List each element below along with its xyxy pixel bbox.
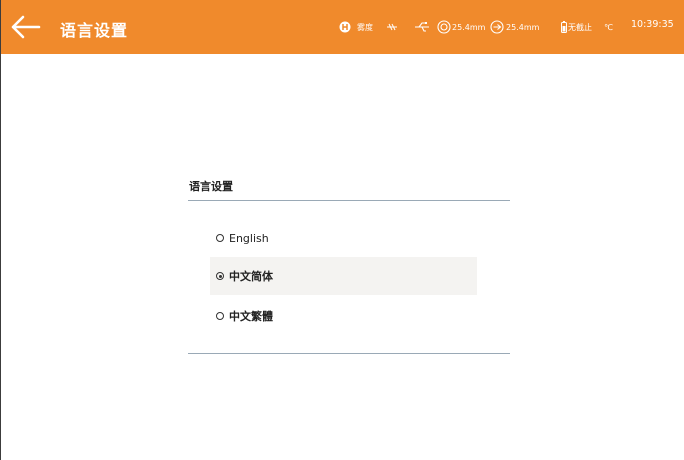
radio-checked-icon[interactable] [216,272,224,280]
language-option-label: 中文繁體 [229,310,273,323]
section-heading: 语言设置 [189,180,233,193]
h-circle-icon [339,21,351,33]
link-icon [387,23,397,31]
radio-unchecked-icon[interactable] [216,234,224,242]
link-status [386,22,398,32]
diameter-status-1: 25.4mm [437,20,485,34]
h-status-label: 雾度 [357,22,373,32]
divider-top [188,200,510,201]
usb-icon [415,22,429,32]
battery-icon [561,21,567,33]
language-option-label: 中文简体 [229,270,273,283]
top-bar: 语言设置 雾度 25.4mm 25.4mm 无截止 ℃ 10:39:35 [1,0,684,54]
h-status: 雾度 [339,21,373,33]
language-option-simplified-chinese[interactable]: 中文简体 [210,257,477,295]
target-icon [437,20,451,34]
diameter-value-1: 25.4mm [452,22,486,32]
usb-status [414,21,430,33]
screen: 语言设置 雾度 25.4mm 25.4mm 无截止 ℃ 10:39:35 语言设… [0,0,684,460]
temperature-label: 无截止 [568,22,592,32]
language-option-english[interactable]: English [210,219,477,257]
radio-unchecked-icon[interactable] [216,312,224,320]
diameter-value-2: 25.4mm [506,22,540,32]
language-option-label: English [229,231,269,245]
temperature-unit: ℃ [604,22,613,32]
arrow-circle-icon [490,20,504,34]
divider-bottom [188,353,510,354]
back-button[interactable] [10,12,42,42]
temperature-status: 无截止 ℃ [561,21,613,33]
clock: 10:39:35 [631,19,674,30]
back-arrow-icon [11,15,41,39]
page-title: 语言设置 [60,21,129,40]
language-option-traditional-chinese[interactable]: 中文繁體 [210,297,477,335]
diameter-status-2: 25.4mm [490,20,539,34]
